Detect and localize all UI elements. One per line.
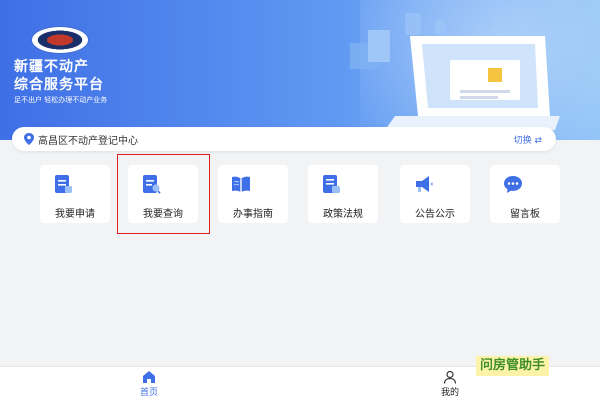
menu-guide[interactable]: 办事指南 (218, 165, 288, 223)
menu-message-board-label: 留言板 (510, 209, 540, 220)
app-slogan: 足不出户 轻松办理不动产业务 (14, 96, 108, 104)
location-pin-icon (24, 133, 34, 145)
tab-mine-label: 我的 (440, 388, 459, 398)
megaphone-icon (416, 176, 433, 192)
tab-home[interactable]: 首页 (119, 370, 179, 400)
guide-book-icon (232, 176, 250, 192)
header-banner: 新疆不动产 综合服务平台 足不出户 轻松办理不动产业务 (0, 0, 600, 140)
menu-guide-label: 办事指南 (233, 209, 273, 220)
tab-home-label: 首页 (139, 388, 158, 398)
menu-notice-label: 公告公示 (415, 209, 455, 220)
menu-apply[interactable]: 我要申请 (40, 165, 110, 223)
highlight-annotation (117, 154, 210, 234)
policy-doc-icon (323, 175, 340, 193)
home-icon (143, 371, 155, 383)
watermark: 问房管助手 (476, 356, 550, 376)
tab-mine[interactable]: 我的 (420, 370, 480, 400)
emblem-logo (32, 27, 88, 53)
switch-location-button[interactable]: 切换 ⇄ (514, 133, 542, 146)
application-doc-icon (55, 175, 72, 193)
menu-message-board[interactable]: 留言板 (490, 165, 560, 223)
menu-policy-label: 政策法规 (323, 209, 363, 220)
app-title: 新疆不动产 综合服务平台 (14, 58, 104, 94)
menu-policy[interactable]: 政策法规 (308, 165, 378, 223)
user-icon (443, 370, 457, 384)
location-name: 高昌区不动产登记中心 (38, 136, 138, 147)
location-selector[interactable]: 高昌区不动产登记中心 切换 ⇄ (12, 127, 556, 151)
app-title-line2: 综合服务平台 (14, 77, 104, 93)
menu-notice[interactable]: 公告公示 (400, 165, 470, 223)
chat-bubble-icon (504, 176, 522, 193)
menu-apply-label: 我要申请 (55, 209, 95, 220)
app-title-line1: 新疆不动产 (14, 59, 89, 75)
laptop-illustration (350, 13, 560, 130)
